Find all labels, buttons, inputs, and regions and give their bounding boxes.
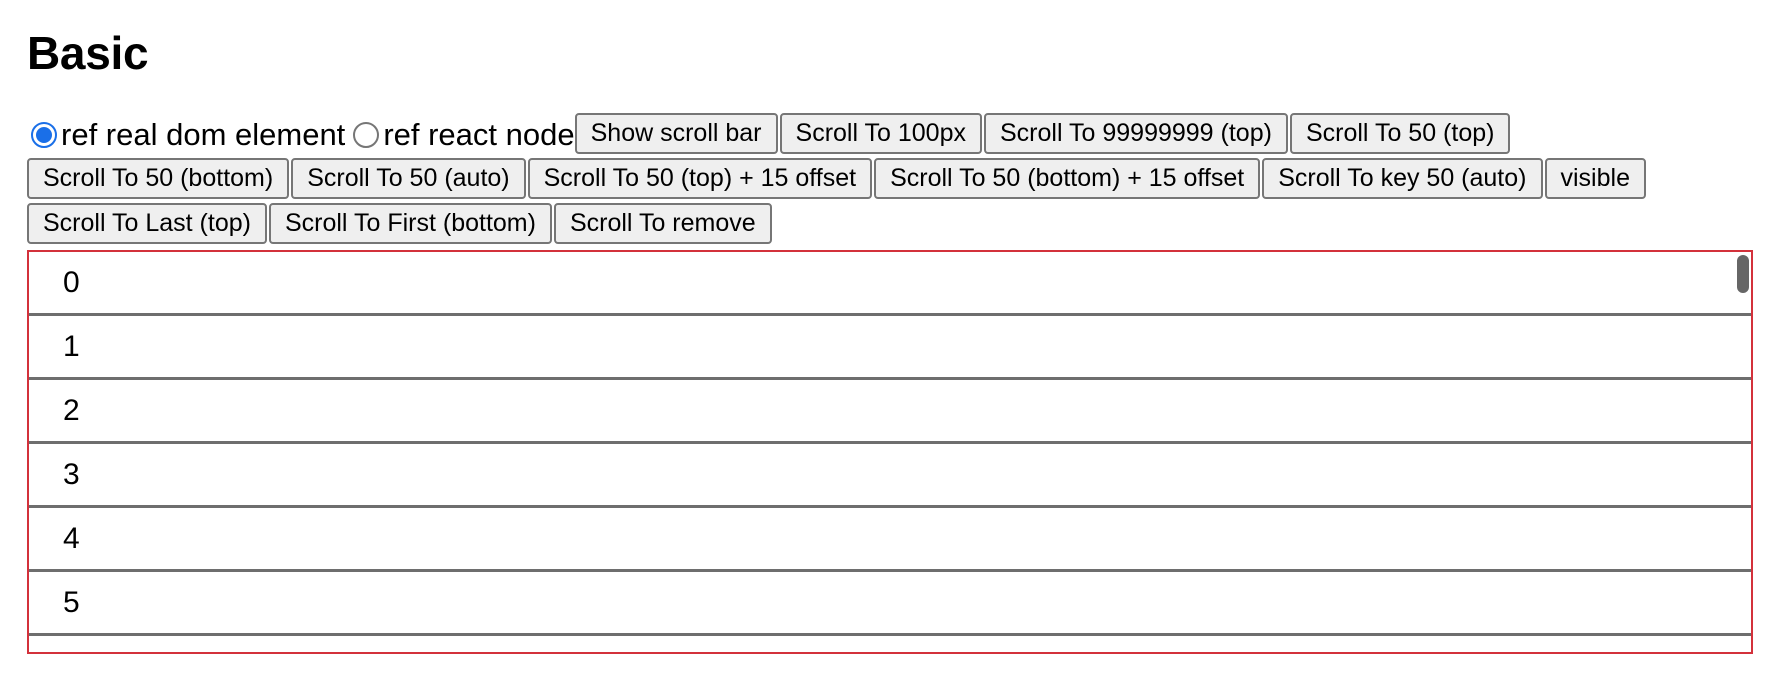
virtual-list[interactable]: 0 1 2 3 4 5 [27,250,1753,654]
scroll-to-100px-button[interactable]: Scroll To 100px [779,113,982,154]
scroll-to-key-50-auto-button[interactable]: Scroll To key 50 (auto) [1262,158,1543,199]
page: Basic ref real dom element ref react nod… [27,0,1753,654]
scrollbar-thumb[interactable] [1737,255,1749,293]
scroll-to-50-bottom-offset-button[interactable]: Scroll To 50 (bottom) + 15 offset [874,158,1261,199]
radio-ref-real-dom-element[interactable] [31,122,57,148]
list-item: 0 [29,252,1751,316]
page-title: Basic [27,27,149,79]
ref-type-radio-group: ref real dom element ref react node [27,113,575,157]
visible-button[interactable]: visible [1544,158,1646,199]
scroll-to-remove-button[interactable]: Scroll To remove [553,203,772,244]
scroll-to-99999999-top-button[interactable]: Scroll To 99999999 (top) [984,113,1288,154]
scroll-to-50-top-offset-button[interactable]: Scroll To 50 (top) + 15 offset [527,158,873,199]
list-item [29,636,1751,652]
radio-ref-react-node[interactable] [353,122,380,148]
scroll-to-50-auto-button[interactable]: Scroll To 50 (auto) [291,158,526,199]
scroll-to-50-top-button[interactable]: Scroll To 50 (top) [1289,113,1511,154]
list-item: 1 [29,316,1751,380]
controls: ref real dom element ref react node Show… [27,112,1753,247]
list-item: 5 [29,572,1751,636]
radio-label-ref-real-dom-element[interactable]: ref real dom element [61,113,345,157]
radio-label-ref-react-node[interactable]: ref react node [383,113,574,157]
show-scroll-bar-button[interactable]: Show scroll bar [574,113,778,154]
list-item: 4 [29,508,1751,572]
scroll-to-50-bottom-button[interactable]: Scroll To 50 (bottom) [27,158,290,199]
list-item: 2 [29,380,1751,444]
scroll-to-last-top-button[interactable]: Scroll To Last (top) [27,203,267,244]
list-item: 3 [29,444,1751,508]
scroll-to-first-bottom-button[interactable]: Scroll To First (bottom) [268,203,552,244]
